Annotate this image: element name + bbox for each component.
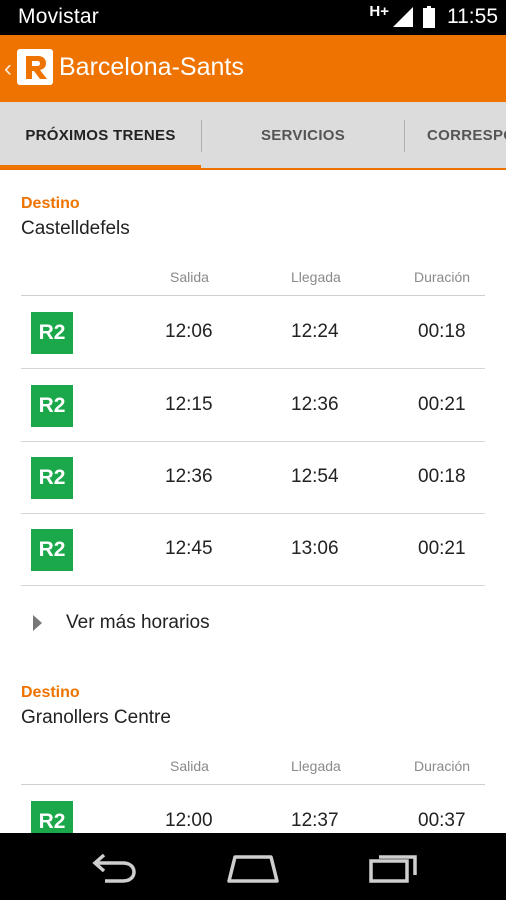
destination-name: Castelldefels [21, 218, 130, 239]
duration: 00:18 [418, 321, 466, 342]
line-badge: R2 [31, 801, 73, 833]
status-indicators: H+ 11:55 [369, 2, 498, 30]
line-badge: R2 [31, 312, 73, 354]
arrival-time: 13:06 [291, 538, 339, 559]
app-bar: ‹ Barcelona-Sants [0, 35, 506, 102]
renfe-logo[interactable] [17, 49, 53, 85]
home-icon[interactable] [223, 851, 283, 885]
header-llegada: Llegada [291, 758, 341, 774]
arrival-time: 12:54 [291, 466, 339, 487]
column-headers: Salida Llegada Duración [21, 750, 485, 785]
header-salida: Salida [170, 758, 209, 774]
signal-icon [393, 7, 413, 27]
departure-time: 12:45 [165, 538, 213, 559]
chevron-left-icon[interactable]: ‹ [4, 55, 12, 83]
tab-label: SERVICIOS [260, 126, 346, 144]
battery-icon [423, 6, 435, 28]
arrival-time: 12:36 [291, 394, 339, 415]
header-duracion: Duración [414, 758, 471, 774]
train-row[interactable]: R2 12:00 12:37 00:37 [21, 786, 485, 833]
tab-servicios[interactable]: SERVICIOS [202, 102, 404, 168]
train-row[interactable]: R2 12:45 13:06 00:21 [21, 514, 485, 586]
status-bar: Movistar H+ 11:55 [0, 0, 506, 35]
arrival-time: 12:37 [291, 810, 339, 831]
network-type: H+ [369, 2, 389, 20]
train-row[interactable]: R2 12:15 12:36 00:21 [21, 370, 485, 442]
carrier-name: Movistar [18, 5, 99, 28]
departure-time: 12:06 [165, 321, 213, 342]
line-badge: R2 [31, 385, 73, 427]
departure-time: 12:00 [165, 810, 213, 831]
arrival-time: 12:24 [291, 321, 339, 342]
destination-section: Destino Granollers Centre Salida Llegada… [21, 684, 485, 833]
tab-correspondencias[interactable]: CORRESPO [405, 102, 506, 168]
more-schedules-label: Ver más horarios [66, 612, 210, 633]
departure-time: 12:36 [165, 466, 213, 487]
line-badge: R2 [31, 529, 73, 571]
tab-label: PRÓXIMOS TRENES [25, 126, 176, 144]
schedule-list[interactable]: Destino Castelldefels Salida Llegada Dur… [0, 170, 506, 833]
expand-arrow-icon [33, 615, 42, 631]
header-duracion: Duración [414, 269, 471, 285]
destination-section: Destino Castelldefels Salida Llegada Dur… [21, 195, 485, 675]
destination-label: Destino [21, 684, 80, 701]
column-headers: Salida Llegada Duración [21, 261, 485, 296]
duration: 00:37 [418, 810, 466, 831]
duration: 00:21 [418, 538, 466, 559]
duration: 00:18 [418, 466, 466, 487]
destination-label: Destino [21, 195, 80, 212]
train-row[interactable]: R2 12:36 12:54 00:18 [21, 442, 485, 514]
line-badge: R2 [31, 457, 73, 499]
duration: 00:21 [418, 394, 466, 415]
station-title: Barcelona-Sants [59, 53, 244, 81]
train-row[interactable]: R2 12:06 12:24 00:18 [21, 297, 485, 369]
back-arrow-icon[interactable] [83, 851, 143, 885]
tab-label: CORRESPO [427, 126, 506, 144]
system-nav-bar [0, 833, 506, 900]
recents-icon[interactable] [363, 851, 423, 885]
more-schedules-button[interactable]: Ver más horarios [21, 587, 485, 659]
r-logo-icon [26, 56, 47, 79]
header-salida: Salida [170, 269, 209, 285]
header-llegada: Llegada [291, 269, 341, 285]
tab-bar: PRÓXIMOS TRENES SERVICIOS CORRESPO [0, 102, 506, 170]
clock: 11:55 [447, 5, 498, 28]
tab-proximos-trenes[interactable]: PRÓXIMOS TRENES [0, 102, 201, 168]
departure-time: 12:15 [165, 394, 213, 415]
destination-name: Granollers Centre [21, 707, 171, 728]
